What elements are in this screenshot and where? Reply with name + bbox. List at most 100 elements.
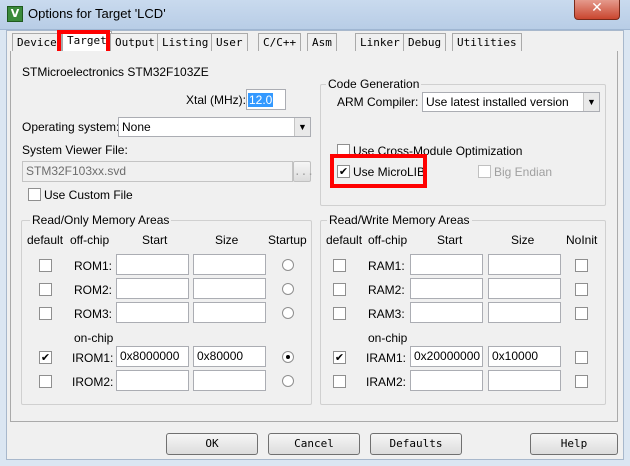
tab-debug[interactable]: Debug bbox=[403, 33, 447, 51]
os-label: Operating system: bbox=[22, 120, 120, 134]
rom-header-start: Start bbox=[142, 233, 168, 247]
tab-device[interactable]: Device bbox=[12, 33, 62, 51]
irom1-start-input[interactable]: 0x8000000 bbox=[116, 346, 189, 367]
custom-file-checkbox[interactable] bbox=[28, 188, 41, 201]
tab-c-cpp[interactable]: C/C++ bbox=[258, 33, 302, 51]
ram2-label: RAM2: bbox=[368, 283, 405, 297]
ram3-default-checkbox[interactable] bbox=[333, 307, 346, 320]
rom3-size-input[interactable] bbox=[193, 302, 266, 323]
tab-asm[interactable]: Asm bbox=[307, 33, 337, 51]
iram1-default-checkbox[interactable]: ✔ bbox=[333, 351, 346, 364]
big-endian-checkbox[interactable] bbox=[478, 165, 491, 178]
iram2-noinit-checkbox[interactable] bbox=[575, 375, 588, 388]
ram-onchip-label: on-chip bbox=[368, 331, 408, 345]
ram3-label: RAM3: bbox=[368, 307, 405, 321]
ram3-start-input[interactable] bbox=[410, 302, 483, 323]
microlib-highlight bbox=[330, 154, 427, 188]
irom1-size-input[interactable]: 0x80000 bbox=[193, 346, 266, 367]
ram3-noinit-checkbox[interactable] bbox=[575, 307, 588, 320]
xtal-input[interactable]: 12.0 bbox=[246, 89, 286, 110]
window-title: Options for Target 'LCD' bbox=[28, 6, 166, 21]
ram-header-noinit: NoInit bbox=[566, 233, 598, 247]
rom2-start-input[interactable] bbox=[116, 278, 189, 299]
ram2-start-input[interactable] bbox=[410, 278, 483, 299]
irom2-startup-radio[interactable] bbox=[282, 375, 294, 387]
iram1-noinit-checkbox[interactable] bbox=[575, 351, 588, 364]
device-name: STMicroelectronics STM32F103ZE bbox=[22, 65, 209, 79]
tab-linker[interactable]: Linker bbox=[355, 33, 405, 51]
ram1-start-input[interactable] bbox=[410, 254, 483, 275]
ram1-size-input[interactable] bbox=[488, 254, 561, 275]
rom-header-startup: Startup bbox=[268, 233, 307, 247]
rom1-startup-radio[interactable] bbox=[282, 259, 294, 271]
ram2-default-checkbox[interactable] bbox=[333, 283, 346, 296]
irom1-startup-radio[interactable] bbox=[282, 351, 294, 363]
rom3-default-checkbox[interactable] bbox=[39, 307, 52, 320]
iram2-default-checkbox[interactable] bbox=[333, 375, 346, 388]
rom1-start-input[interactable] bbox=[116, 254, 189, 275]
cancel-button[interactable]: Cancel bbox=[268, 433, 360, 455]
ram1-default-checkbox[interactable] bbox=[333, 259, 346, 272]
tab-user[interactable]: User bbox=[211, 33, 248, 51]
code-generation-title: Code Generation bbox=[326, 77, 422, 91]
ram-header-offchip: off-chip bbox=[368, 233, 408, 247]
ram-header-size: Size bbox=[511, 233, 535, 247]
tab-listing[interactable]: Listing bbox=[157, 33, 214, 51]
compiler-select[interactable]: Use latest installed version ▼ bbox=[422, 92, 600, 112]
iram1-size-input[interactable]: 0x10000 bbox=[488, 346, 561, 367]
iram1-label: IRAM1: bbox=[366, 351, 407, 365]
help-button[interactable]: Help bbox=[530, 433, 618, 455]
rom2-default-checkbox[interactable] bbox=[39, 283, 52, 296]
ram-group-title: Read/Write Memory Areas bbox=[327, 213, 472, 227]
app-icon: V bbox=[7, 6, 23, 22]
ok-button[interactable]: OK bbox=[166, 433, 258, 455]
irom2-label: IROM2: bbox=[72, 375, 114, 389]
rom1-default-checkbox[interactable] bbox=[39, 259, 52, 272]
rom2-label: ROM2: bbox=[74, 283, 113, 297]
rom2-startup-radio[interactable] bbox=[282, 283, 294, 295]
custom-file-label: Use Custom File bbox=[44, 188, 133, 202]
ram2-noinit-checkbox[interactable] bbox=[575, 283, 588, 296]
rom2-size-input[interactable] bbox=[193, 278, 266, 299]
ram1-noinit-checkbox[interactable] bbox=[575, 259, 588, 272]
os-value: None bbox=[122, 120, 151, 134]
irom2-start-input[interactable] bbox=[116, 370, 189, 391]
rom-group-title: Read/Only Memory Areas bbox=[30, 213, 172, 227]
xtal-value: 12.0 bbox=[248, 93, 274, 107]
ram1-label: RAM1: bbox=[368, 259, 405, 273]
svd-input[interactable]: STM32F103xx.svd bbox=[22, 161, 293, 182]
svd-label: System Viewer File: bbox=[22, 143, 128, 157]
compiler-label: ARM Compiler: bbox=[337, 95, 419, 109]
tab-utilities[interactable]: Utilities bbox=[452, 33, 522, 51]
svd-browse-button[interactable]: ... bbox=[293, 161, 314, 182]
irom1-default-checkbox[interactable]: ✔ bbox=[39, 351, 52, 364]
ram-header-start: Start bbox=[437, 233, 463, 247]
xtal-label: Xtal (MHz): bbox=[186, 93, 246, 107]
big-endian-label: Big Endian bbox=[494, 165, 553, 179]
rom3-label: ROM3: bbox=[74, 307, 113, 321]
iram2-size-input[interactable] bbox=[488, 370, 561, 391]
tab-output[interactable]: Output bbox=[110, 33, 160, 51]
rom3-startup-radio[interactable] bbox=[282, 307, 294, 319]
defaults-button[interactable]: Defaults bbox=[370, 433, 462, 455]
iram2-start-input[interactable] bbox=[410, 370, 483, 391]
rom1-size-input[interactable] bbox=[193, 254, 266, 275]
compiler-value: Use latest installed version bbox=[426, 95, 569, 109]
iram2-label: IRAM2: bbox=[366, 375, 407, 389]
ram3-size-input[interactable] bbox=[488, 302, 561, 323]
rom1-label: ROM1: bbox=[74, 259, 113, 273]
irom2-default-checkbox[interactable] bbox=[39, 375, 52, 388]
iram1-start-input[interactable]: 0x20000000 bbox=[410, 346, 483, 367]
rom-header-default: default bbox=[27, 233, 64, 247]
irom1-label: IROM1: bbox=[72, 351, 114, 365]
rom-header-offchip: off-chip bbox=[70, 233, 110, 247]
rom-onchip-label: on-chip bbox=[74, 331, 114, 345]
ram-header-default: default bbox=[326, 233, 363, 247]
close-button[interactable]: ✕ bbox=[574, 0, 620, 20]
chevron-down-icon: ▼ bbox=[583, 93, 599, 111]
rom3-start-input[interactable] bbox=[116, 302, 189, 323]
irom2-size-input[interactable] bbox=[193, 370, 266, 391]
rom-header-size: Size bbox=[215, 233, 239, 247]
ram2-size-input[interactable] bbox=[488, 278, 561, 299]
os-select[interactable]: None ▼ bbox=[118, 117, 311, 137]
